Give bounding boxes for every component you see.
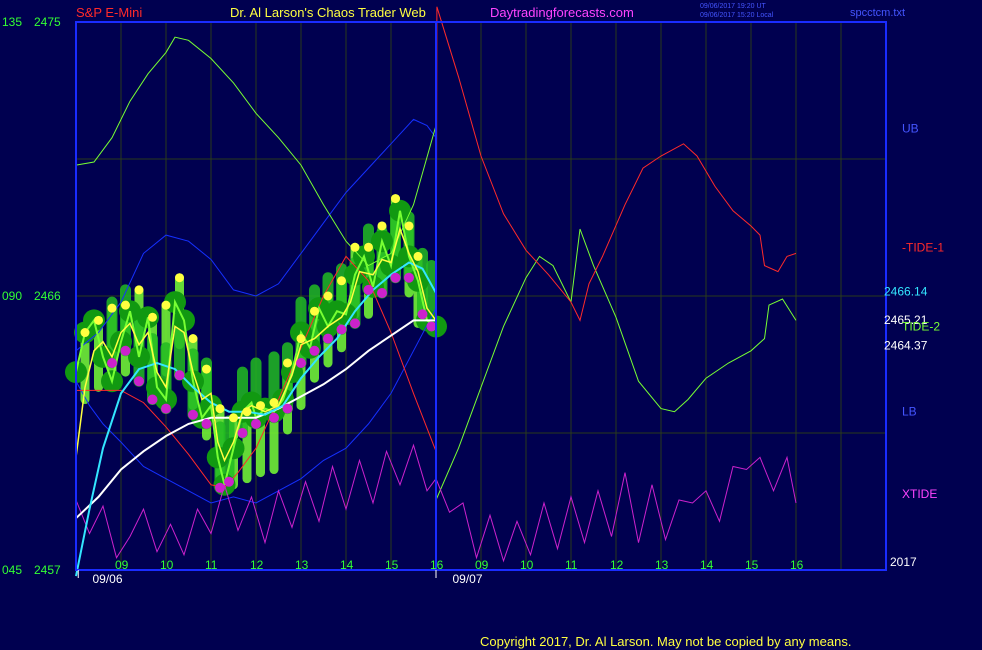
swing-low-dot <box>282 403 293 414</box>
swing-high-dot <box>310 306 319 316</box>
swing-high-dot <box>107 303 117 313</box>
right-label: -TIDE-1 <box>902 240 944 254</box>
right-label: LB <box>902 405 917 419</box>
y-tick-label: 2457 <box>34 563 61 577</box>
right-label: UB <box>902 122 919 136</box>
swing-low-dot <box>390 272 401 283</box>
swing-low-dot <box>417 309 428 320</box>
swing-high-dot <box>350 242 360 252</box>
x-tick-label: 13 <box>295 558 309 572</box>
swing-high-dot <box>94 315 103 325</box>
swing-low-dot <box>377 287 387 298</box>
x-tick-label: 16 <box>790 558 804 572</box>
swing-high-dot <box>256 401 265 411</box>
swing-high-dot <box>134 285 144 295</box>
swing-low-dot <box>161 403 171 414</box>
copyright-text: Copyright 2017, Dr. Al Larson. May not b… <box>480 634 851 649</box>
swing-low-dot <box>215 482 225 493</box>
y-tick-label: 2475 <box>34 15 61 29</box>
x-tick-label: 12 <box>610 558 624 572</box>
y-tick-code: 090 <box>2 289 22 303</box>
swing-high-dot <box>296 334 306 344</box>
x-tick-label: 09 <box>475 558 489 572</box>
swing-high-dot <box>364 242 373 252</box>
swing-high-dot <box>391 194 400 204</box>
x-tick-label: 11 <box>565 558 578 572</box>
swing-high-dot <box>229 413 238 423</box>
swing-high-dot <box>80 328 90 338</box>
swing-low-dot <box>147 394 158 405</box>
right-label: 2466.14 <box>884 285 928 299</box>
swing-high-dot <box>283 358 292 368</box>
swing-low-dot <box>336 324 347 335</box>
swing-high-dot <box>175 273 184 283</box>
swing-low-dot <box>134 376 144 387</box>
swing-high-dot <box>188 334 198 344</box>
swing-high-dot <box>148 312 157 322</box>
x-tick-label: 10 <box>160 558 174 572</box>
swing-low-dot <box>269 412 279 423</box>
swing-low-dot <box>120 345 131 356</box>
swing-low-dot <box>174 370 185 381</box>
swing-low-dot <box>323 333 333 344</box>
x-tick-label: 11 <box>205 558 218 572</box>
swing-high-dot <box>121 300 130 310</box>
chart-grid <box>76 22 886 570</box>
x-tick-label: 14 <box>340 558 354 572</box>
x-tick-label: 15 <box>385 558 399 572</box>
swing-low-dot <box>363 284 374 295</box>
year-label: 2017 <box>890 555 917 569</box>
swing-high-dot <box>215 404 225 414</box>
swing-low-dot <box>107 357 117 368</box>
author-title: Dr. Al Larson's Chaos Trader Web <box>230 5 426 20</box>
x-tick-label: 12 <box>250 558 264 572</box>
swing-high-dot <box>404 221 414 231</box>
y-tick-label: 2466 <box>34 289 61 303</box>
x-date-label: 09/07 <box>453 572 483 586</box>
swing-low-dot <box>188 409 198 420</box>
x-tick-label: 09 <box>115 558 129 572</box>
x-tick-label: 16 <box>430 558 444 572</box>
x-tick-label: 10 <box>520 558 534 572</box>
y-tick-code: 045 <box>2 563 22 577</box>
x-date-label: 09/06 <box>93 572 123 586</box>
swing-low-dot <box>404 272 414 283</box>
swing-low-dot <box>224 476 234 487</box>
stamp-local: 09/06/2017 15:20 Local <box>700 12 774 19</box>
swing-low-dot <box>350 318 360 329</box>
swing-low-dot <box>296 357 306 368</box>
right-label: 2464.37 <box>884 339 928 353</box>
y-tick-code: 135 <box>2 15 22 29</box>
swing-low-dot <box>237 428 248 438</box>
swing-high-dot <box>161 300 171 310</box>
swing-high-dot <box>242 407 252 417</box>
site-link[interactable]: Daytradingforecasts.com <box>490 5 634 20</box>
swing-high-dot <box>202 364 211 374</box>
swing-high-dot <box>413 251 423 261</box>
x-tick-label: 14 <box>700 558 714 572</box>
stamp-utc: 09/06/2017 19:20 UT <box>700 3 766 10</box>
instrument-title: S&P E-Mini <box>76 5 142 20</box>
swing-low-dot <box>251 418 261 429</box>
x-tick-label: 15 <box>745 558 759 572</box>
chaos-trader-chart: 135 2475 090 2466 045 2457 09 10 11 12 13 14 15 16 09 1… <box>2 3 944 649</box>
swing-low-dot <box>309 345 320 356</box>
swing-high-dot <box>269 398 279 408</box>
swing-low-dot <box>201 418 212 429</box>
chart-series <box>65 6 797 577</box>
swing-high-dot <box>337 276 346 286</box>
right-label: XTIDE <box>902 487 937 501</box>
swing-high-dot <box>323 291 333 301</box>
x-tick-label: 13 <box>655 558 669 572</box>
file-name: spcctcm.txt <box>850 7 905 19</box>
right-label: TIDE-2 <box>902 319 940 333</box>
swing-high-dot <box>377 221 387 231</box>
